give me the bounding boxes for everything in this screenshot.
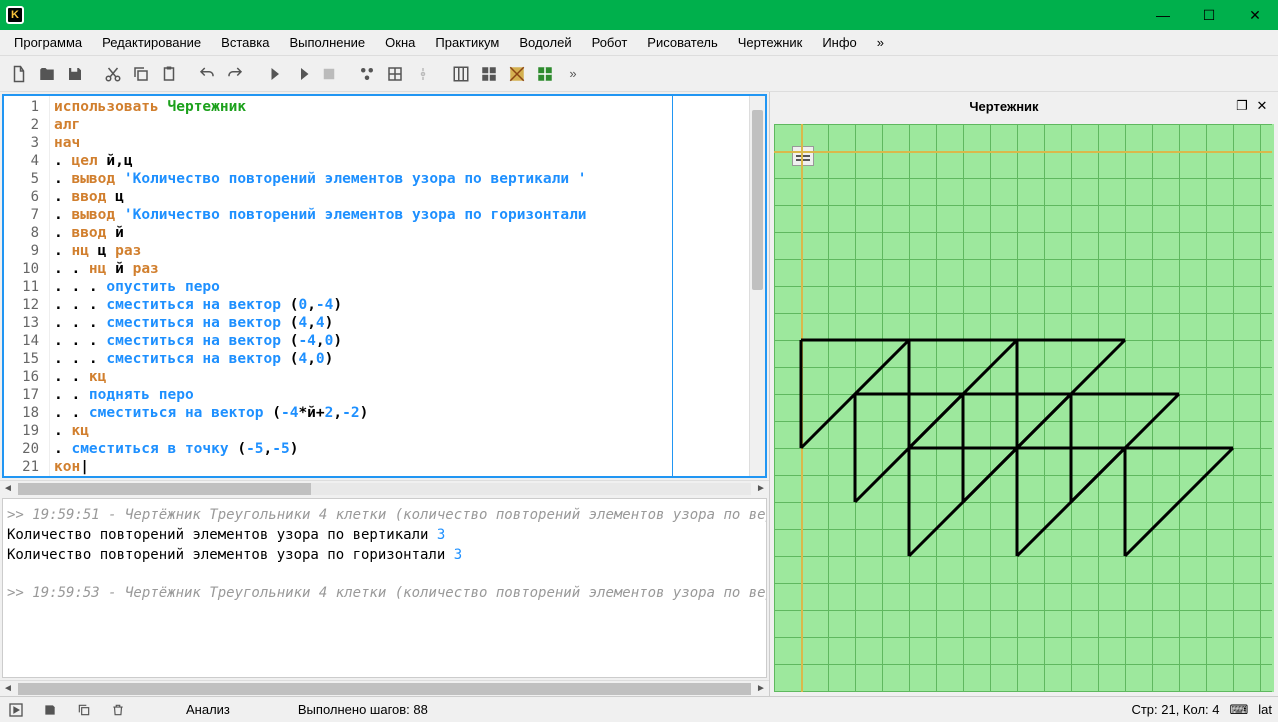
stop-icon[interactable] [316, 61, 342, 87]
close-panel-icon[interactable]: ✕ [1252, 96, 1272, 116]
cut-icon[interactable] [100, 61, 126, 87]
redo-icon[interactable] [222, 61, 248, 87]
tool2-icon[interactable] [382, 61, 408, 87]
status-steps: Выполнено шагов: 88 [298, 702, 428, 717]
drawer-header: Чертежник ❐ ✕ [770, 92, 1278, 120]
code-editor[interactable]: 123456789101112131415161718192021 исполь… [2, 94, 767, 478]
step-icon[interactable] [288, 61, 314, 87]
keyboard-icon[interactable]: ⌨ [1230, 702, 1249, 718]
app-icon: K [6, 6, 24, 24]
menu-Программа[interactable]: Программа [6, 32, 90, 53]
tool1-icon[interactable] [354, 61, 380, 87]
margin-line [672, 96, 673, 476]
editor-vscrollbar[interactable] [749, 96, 765, 476]
menu-Практикум[interactable]: Практикум [427, 32, 507, 53]
menu-Окна[interactable]: Окна [377, 32, 423, 53]
editor-hscrollbar[interactable]: ◄► [0, 480, 769, 496]
console-log-line: >> 19:59:51 - Чертёжник Треугольники 4 к… [7, 505, 762, 525]
drawer-title: Чертежник [776, 99, 1232, 114]
menu-Водолей[interactable]: Водолей [511, 32, 579, 53]
open-file-icon[interactable] [34, 61, 60, 87]
menubar: ПрограммаРедактированиеВставкаВыполнение… [0, 30, 1278, 56]
run-icon[interactable] [260, 61, 286, 87]
console-hscrollbar[interactable]: ◄► [0, 680, 769, 696]
menu-Рисователь[interactable]: Рисователь [639, 32, 725, 53]
close-button[interactable]: ✕ [1232, 0, 1278, 30]
status-save-icon[interactable] [40, 700, 60, 720]
menu-Инфо[interactable]: Инфо [814, 32, 864, 53]
console-out-line: Количество повторений элементов узора по… [7, 545, 762, 565]
minimize-button[interactable]: — [1140, 0, 1186, 30]
drawing-canvas[interactable] [774, 124, 1274, 692]
panel3-icon[interactable] [504, 61, 530, 87]
console-output[interactable]: >> 19:59:51 - Чертёжник Треугольники 4 к… [2, 498, 767, 678]
menu-Выполнение[interactable]: Выполнение [281, 32, 373, 53]
menu-Робот[interactable]: Робот [584, 32, 636, 53]
menu-Вставка[interactable]: Вставка [213, 32, 277, 53]
maximize-button[interactable]: ☐ [1186, 0, 1232, 30]
save-icon[interactable] [62, 61, 88, 87]
paste-icon[interactable] [156, 61, 182, 87]
status-run-icon[interactable] [6, 700, 26, 720]
new-file-icon[interactable] [6, 61, 32, 87]
status-trash-icon[interactable] [108, 700, 128, 720]
panel4-icon[interactable] [532, 61, 558, 87]
panel2-icon[interactable] [476, 61, 502, 87]
status-lang: lat [1258, 702, 1272, 717]
more-tools-icon[interactable]: » [560, 61, 586, 87]
menu-»[interactable]: » [869, 32, 892, 53]
statusbar: Анализ Выполнено шагов: 88 Стр: 21, Кол:… [0, 696, 1278, 722]
line-gutter: 123456789101112131415161718192021 [4, 96, 50, 476]
copy-icon[interactable] [128, 61, 154, 87]
menu-Редактирование[interactable]: Редактирование [94, 32, 209, 53]
menu-Чертежник[interactable]: Чертежник [730, 32, 811, 53]
status-copy-icon[interactable] [74, 700, 94, 720]
console-out-line: Количество повторений элементов узора по… [7, 525, 762, 545]
console-log-line: >> 19:59:53 - Чертёжник Треугольники 4 к… [7, 583, 762, 603]
undo-icon[interactable] [194, 61, 220, 87]
status-phase: Анализ [186, 702, 230, 717]
tool3-icon[interactable] [410, 61, 436, 87]
restore-icon[interactable]: ❐ [1232, 96, 1252, 116]
panel1-icon[interactable] [448, 61, 474, 87]
toolbar: » [0, 56, 1278, 92]
titlebar: K — ☐ ✕ [0, 0, 1278, 30]
code-area[interactable]: использовать Чертежникалгнач. цел й,ц. в… [50, 96, 749, 476]
status-cursor-pos: Стр: 21, Кол: 4 [1131, 702, 1219, 717]
